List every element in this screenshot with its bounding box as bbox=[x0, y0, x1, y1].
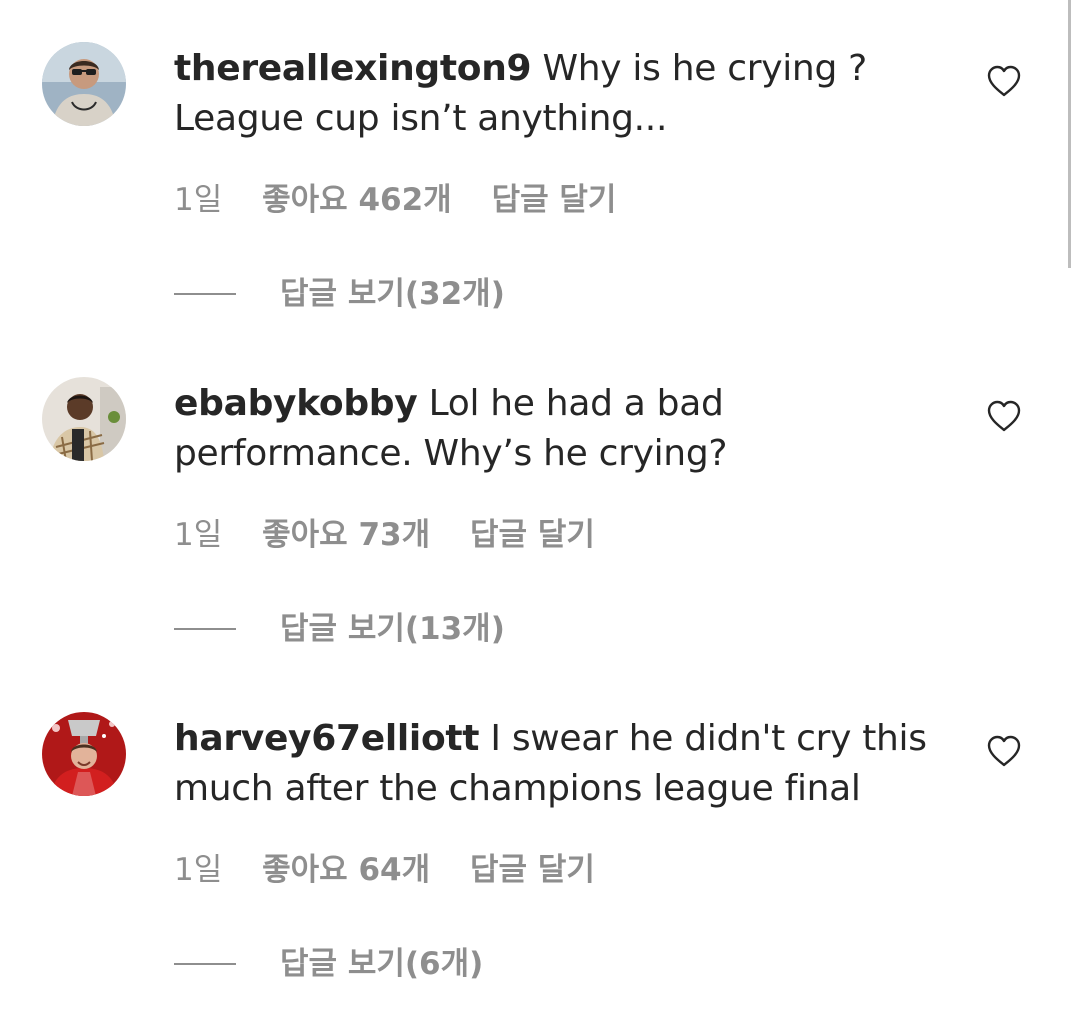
heart-outline-icon bbox=[987, 735, 1021, 767]
comment-item: harvey67elliott I swear he didn't cry th… bbox=[0, 670, 1071, 1005]
comment-meta: 1일 좋아요 462개 답글 달기 bbox=[174, 178, 646, 222]
divider-line bbox=[174, 963, 236, 965]
comment-username[interactable]: ebabykobby bbox=[174, 383, 418, 424]
like-button[interactable] bbox=[986, 734, 1022, 768]
comment-meta: 1일 좋아요 73개 답글 달기 bbox=[174, 513, 625, 557]
comment-timestamp: 1일 bbox=[174, 852, 223, 888]
view-replies-label: 답글 보기(32개) bbox=[280, 276, 505, 312]
comment-likes-count[interactable]: 좋아요 73개 bbox=[262, 517, 430, 553]
comment-username[interactable]: harvey67elliott bbox=[174, 718, 480, 759]
avatar[interactable] bbox=[42, 712, 126, 796]
divider-line bbox=[174, 293, 236, 295]
reply-button[interactable]: 답글 달기 bbox=[492, 182, 617, 218]
avatar-photo bbox=[42, 377, 126, 461]
view-replies-label: 답글 보기(13개) bbox=[280, 611, 505, 647]
comment-item: thereallexington9 Why is he crying ? Lea… bbox=[0, 0, 1071, 335]
avatar[interactable] bbox=[42, 377, 126, 461]
comment-timestamp: 1일 bbox=[174, 182, 223, 218]
heart-outline-icon bbox=[987, 400, 1021, 432]
reply-button[interactable]: 답글 달기 bbox=[470, 852, 595, 888]
heart-outline-icon bbox=[987, 65, 1021, 97]
view-replies-label: 답글 보기(6개) bbox=[280, 946, 484, 982]
comment-item: ebabykobby Lol he had a bad performance.… bbox=[0, 335, 1071, 670]
avatar-photo bbox=[42, 42, 126, 126]
divider-line bbox=[174, 628, 236, 630]
comment-body: ebabykobby Lol he had a bad performance.… bbox=[174, 379, 954, 479]
avatar[interactable] bbox=[42, 42, 126, 126]
comment-meta: 1일 좋아요 64개 답글 달기 bbox=[174, 848, 625, 892]
like-button[interactable] bbox=[986, 64, 1022, 98]
comment-likes-count[interactable]: 좋아요 462개 bbox=[262, 182, 452, 218]
comment-username[interactable]: thereallexington9 bbox=[174, 48, 532, 89]
reply-button[interactable]: 답글 달기 bbox=[470, 517, 595, 553]
like-button[interactable] bbox=[986, 399, 1022, 433]
comment-likes-count[interactable]: 좋아요 64개 bbox=[262, 852, 430, 888]
comment-body: thereallexington9 Why is he crying ? Lea… bbox=[174, 44, 954, 144]
comment-body: harvey67elliott I swear he didn't cry th… bbox=[174, 714, 954, 814]
avatar-photo bbox=[42, 712, 126, 796]
comment-timestamp: 1일 bbox=[174, 517, 223, 553]
